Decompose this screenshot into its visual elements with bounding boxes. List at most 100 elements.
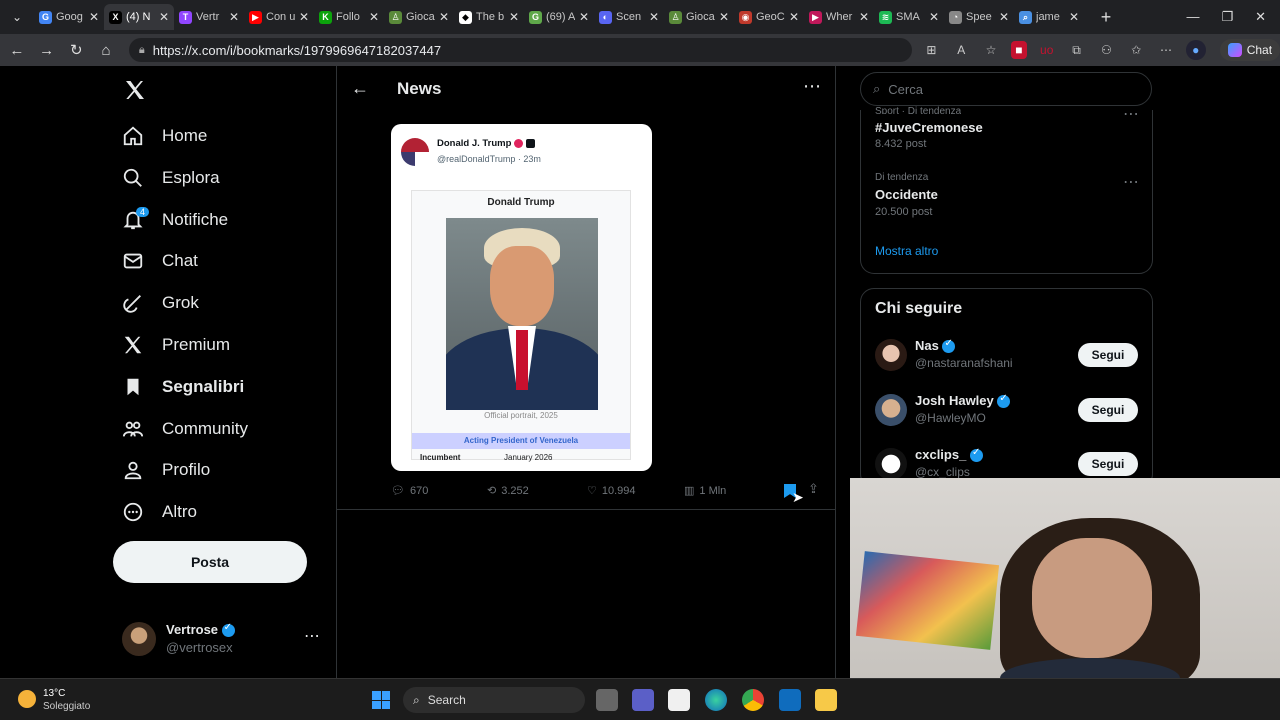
search-input[interactable]: ⌕ Cerca (860, 72, 1152, 106)
weather-temp[interactable]: 13°C (43, 688, 65, 699)
tab-list-icon[interactable]: ⌄ (0, 10, 34, 24)
tab-close-icon[interactable]: ✕ (439, 10, 449, 24)
profile-switch-icon[interactable]: ⚇ (1096, 40, 1116, 60)
teams-icon[interactable] (632, 689, 654, 711)
repost-button[interactable]: ⟲ 3.252 (487, 484, 529, 498)
sidebar-item-notifiche[interactable]: 4 Notifiche (122, 203, 228, 237)
browser-tab[interactable]: ◉ GeoC ✕ (734, 4, 804, 30)
sidebar-item-premium[interactable]: Premium (122, 328, 230, 362)
sidebar-item-community[interactable]: Community (122, 412, 248, 446)
new-tab-icon[interactable]: + (1092, 7, 1120, 28)
sidebar-item-profilo[interactable]: Profilo (122, 453, 210, 487)
browser-tab[interactable]: ◔ Spee ✕ (944, 4, 1014, 30)
extensions-icon[interactable]: ⧉ (1067, 40, 1087, 60)
home-browser-icon[interactable]: ⌂ (91, 42, 121, 59)
browser-tab[interactable]: ♙ Gioca ✕ (664, 4, 734, 30)
taskbar-search[interactable]: ⌕ Search (403, 687, 585, 713)
quoted-post-image[interactable]: Donald J. Trump @realDonaldTrump · 23m D… (391, 124, 652, 471)
browser-tab[interactable]: ▶ Wher ✕ (804, 4, 874, 30)
browser-tab[interactable]: ▶ Con u ✕ (244, 4, 314, 30)
browser-tab[interactable]: X (4) N ✕ (104, 4, 174, 30)
favorites-icon[interactable]: ✩ (1126, 40, 1146, 60)
start-windows-icon[interactable] (372, 691, 390, 709)
trend-more-icon[interactable]: ⋯ (1123, 172, 1139, 192)
reload-icon[interactable]: ↻ (61, 41, 91, 59)
address-bar[interactable]: 🔒︎ https://x.com/i/bookmarks/19799696471… (128, 38, 912, 62)
tab-close-icon[interactable]: ✕ (159, 10, 169, 24)
sidebar-item-grok[interactable]: Grok (122, 286, 199, 320)
favorite-star-icon[interactable]: ☆ (981, 40, 1001, 60)
browser-tab[interactable]: K Follo ✕ (314, 4, 384, 30)
trend-name[interactable]: #JuveCremonese (875, 120, 983, 135)
follow-button[interactable]: Segui (1078, 397, 1138, 422)
browser-tab[interactable]: ◐ Scen ✕ (594, 4, 664, 30)
tab-close-icon[interactable]: ✕ (1069, 10, 1079, 24)
tab-close-icon[interactable]: ✕ (649, 10, 659, 24)
account-more-icon[interactable]: ⋯ (304, 626, 320, 646)
browser-tab[interactable]: G (69) A ✕ (524, 4, 594, 30)
tab-close-icon[interactable]: ✕ (859, 10, 869, 24)
minimize-icon[interactable]: — (1186, 9, 1199, 25)
edge-icon[interactable] (705, 689, 727, 711)
share-icon[interactable]: ⇪ (808, 481, 819, 497)
tab-close-icon[interactable]: ✕ (299, 10, 309, 24)
back-icon[interactable]: ← (2, 42, 32, 59)
restore-icon[interactable]: ❐ (1221, 9, 1233, 25)
tab-close-icon[interactable]: ✕ (719, 10, 729, 24)
chrome-icon[interactable] (742, 689, 764, 711)
tab-close-icon[interactable]: ✕ (789, 10, 799, 24)
tab-close-icon[interactable]: ✕ (579, 10, 589, 24)
forward-icon[interactable]: → (32, 42, 62, 59)
sidebar-item-altro[interactable]: Altro (122, 495, 197, 529)
trend-more-icon[interactable]: ⋯ (1123, 104, 1139, 124)
outlook-icon[interactable] (779, 689, 801, 711)
post-divider (337, 509, 835, 510)
follow-button[interactable]: Segui (1078, 452, 1138, 476)
browser-tab[interactable]: ≋ SMA ✕ (874, 4, 944, 30)
account-switcher[interactable]: Vertrose @vertrosex ⋯ (122, 620, 322, 656)
store-icon[interactable] (668, 689, 690, 711)
follow-suggestion[interactable]: Nas @nastaranafshani Segui (861, 337, 1152, 377)
tab-close-icon[interactable]: ✕ (229, 10, 239, 24)
account-name: Vertrose (166, 622, 219, 637)
views-button[interactable]: ▥ 1 Mln (684, 484, 726, 498)
header-more-icon[interactable]: ⋯ (803, 76, 821, 97)
ublock-icon[interactable]: uo (1037, 40, 1057, 60)
close-window-icon[interactable]: ✕ (1255, 9, 1266, 25)
account-icon[interactable]: ● (1185, 40, 1206, 60)
show-more-link[interactable]: Mostra altro (875, 244, 938, 258)
reply-button[interactable]: 💬︎ 670 (391, 484, 428, 498)
read-aloud-icon[interactable]: A (951, 40, 971, 60)
post-button[interactable]: Posta (113, 541, 307, 583)
browser-tab[interactable]: ◆ The b ✕ (454, 4, 524, 30)
trend-name[interactable]: Occidente (875, 187, 938, 202)
tab-close-icon[interactable]: ✕ (999, 10, 1009, 24)
copilot-chat-button[interactable]: Chat (1219, 39, 1280, 61)
extension-red-icon[interactable]: ■ (1010, 41, 1027, 59)
search-icon: ⌕ (873, 81, 881, 96)
sidebar-item-esplora[interactable]: Esplora (122, 161, 220, 195)
x-icon (122, 334, 144, 356)
follow-button[interactable]: Segui (1078, 343, 1138, 367)
x-logo-icon[interactable] (123, 78, 147, 102)
follow-suggestion[interactable]: Josh Hawley @HawleyMO Segui (861, 392, 1152, 432)
weather-sun-icon[interactable] (18, 690, 36, 708)
like-button[interactable]: ♡ 10.994 (587, 484, 636, 498)
sidebar-item-chat[interactable]: Chat (122, 244, 198, 278)
file-explorer-icon[interactable] (815, 689, 837, 711)
tab-close-icon[interactable]: ✕ (509, 10, 519, 24)
sidebar-item-segnalibri[interactable]: Segnalibri (122, 370, 244, 404)
tab-close-icon[interactable]: ✕ (369, 10, 379, 24)
tab-close-icon[interactable]: ✕ (929, 10, 939, 24)
back-arrow-icon[interactable]: ← (351, 78, 369, 99)
browser-tab[interactable]: ♙ Gioca ✕ (384, 4, 454, 30)
browser-menu-icon[interactable]: ⋯ (1156, 40, 1176, 60)
weather-desc[interactable]: Soleggiato (43, 701, 90, 712)
sidebar-item-home[interactable]: Home (122, 119, 207, 153)
browser-tab[interactable]: ⌕ jame ✕ (1014, 4, 1084, 30)
browser-tab[interactable]: G Goog ✕ (34, 4, 104, 30)
browser-tab[interactable]: T Vertr ✕ (174, 4, 244, 30)
tab-close-icon[interactable]: ✕ (89, 10, 99, 24)
task-view-icon[interactable] (596, 689, 618, 711)
apps-icon[interactable]: ⊞ (922, 40, 942, 60)
